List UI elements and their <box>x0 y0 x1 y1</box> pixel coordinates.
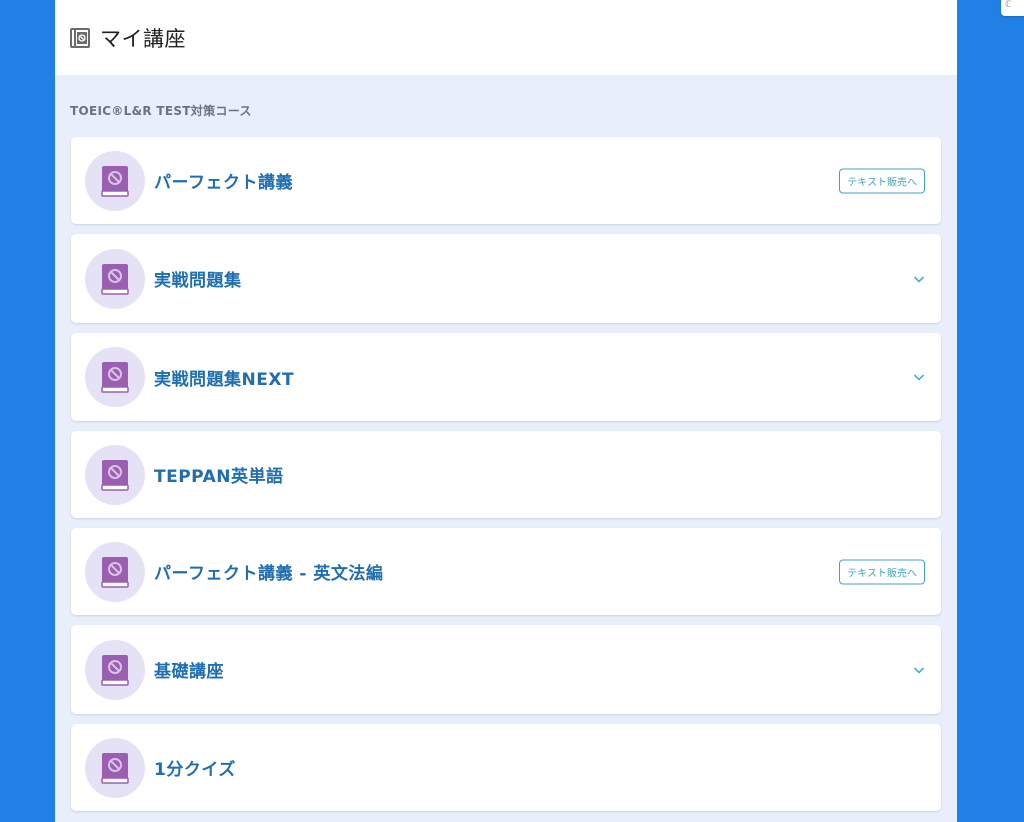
course-title: パーフェクト講義 <box>154 173 293 193</box>
book-icon <box>85 347 145 407</box>
course-item-perfect-lecture-grammar[interactable]: パーフェクト講義 - 英文法編 テキスト販売へ <box>71 528 941 615</box>
book-icon <box>85 248 145 309</box>
corner-glyph: ℂ <box>1005 0 1012 10</box>
chevron-down-icon[interactable] <box>913 273 925 285</box>
text-sale-button[interactable]: テキスト販売へ <box>839 168 925 193</box>
course-item-perfect-lecture[interactable]: パーフェクト講義 テキスト販売へ <box>71 137 941 224</box>
book-icon <box>85 444 145 505</box>
course-item-basic-course[interactable]: 基礎講座 <box>71 625 941 714</box>
course-title: パーフェクト講義 - 英文法編 <box>154 564 384 584</box>
my-courses-panel: マイ講座 TOEIC®L&R TEST対策コース パーフェクト講義 テキスト販売… <box>55 0 957 822</box>
course-item-practice-questions[interactable]: 実戦問題集 <box>71 234 941 323</box>
course-item-one-minute-quiz[interactable]: 1分クイズ <box>71 724 941 811</box>
course-list: パーフェクト講義 テキスト販売へ 実戦問題集 実戦問題集NEXT TEPPAN英… <box>71 137 941 821</box>
corner-popup-card[interactable]: ℂ <box>1001 0 1024 16</box>
course-title: 実戦問題集 <box>154 271 242 291</box>
course-title: 1分クイズ <box>154 760 236 780</box>
text-sale-button[interactable]: テキスト販売へ <box>839 559 925 584</box>
panel-header: マイ講座 <box>55 0 957 75</box>
course-book-icon <box>70 27 90 48</box>
chevron-down-icon[interactable] <box>913 371 925 383</box>
book-icon <box>85 541 145 602</box>
course-title: TEPPAN英単語 <box>154 467 284 487</box>
course-title: 実戦問題集NEXT <box>154 369 295 390</box>
course-item-teppan-vocabulary[interactable]: TEPPAN英単語 <box>71 431 941 518</box>
course-title: 基礎講座 <box>154 662 224 682</box>
chevron-down-icon[interactable] <box>913 664 925 676</box>
page-title: マイ講座 <box>100 26 186 51</box>
section-label: TOEIC®L&R TEST対策コース <box>70 104 252 118</box>
course-item-practice-questions-next[interactable]: 実戦問題集NEXT <box>71 333 941 421</box>
book-icon <box>85 737 145 798</box>
book-icon <box>85 150 145 211</box>
book-icon <box>85 639 145 700</box>
